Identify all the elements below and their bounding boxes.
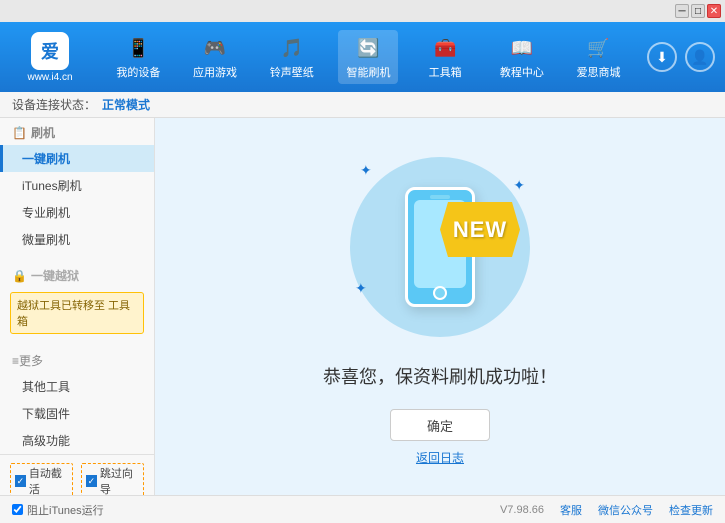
confirm-label: 确定 bbox=[427, 416, 453, 435]
skip-wizard-label: 跳过向导 bbox=[100, 465, 139, 495]
flash-section-label: 刷机 bbox=[31, 124, 55, 141]
minimize-button[interactable]: ─ bbox=[675, 4, 689, 18]
more-section-title: ≡ 更多 bbox=[0, 346, 154, 373]
shop-icon: 🛒 bbox=[585, 34, 613, 62]
nav-tutorial[interactable]: 📖 教程中心 bbox=[492, 30, 552, 84]
micro-flash-label: 微量刷机 bbox=[22, 233, 70, 247]
sidebar-item-one-click-flash[interactable]: 一键刷机 bbox=[0, 145, 154, 172]
nav-ringtone[interactable]: 🎵 铃声壁纸 bbox=[262, 30, 322, 84]
smart-flash-label: 智能刷机 bbox=[346, 64, 390, 80]
more-label: 更多 bbox=[19, 352, 43, 369]
jailbreak-notice-text: 越狱工具已转移至 工具箱 bbox=[17, 300, 130, 328]
maximize-button[interactable]: □ bbox=[691, 4, 705, 18]
close-button[interactable]: ✕ bbox=[707, 4, 721, 18]
wechat-link[interactable]: 微信公众号 bbox=[598, 502, 653, 518]
version-text: V7.98.66 bbox=[500, 504, 544, 516]
logo-icon: 爱 bbox=[31, 32, 69, 70]
title-bar: ─ □ ✕ bbox=[0, 0, 725, 22]
my-device-icon: 📱 bbox=[124, 34, 152, 62]
flash-section-title: 📋 刷机 bbox=[0, 118, 154, 145]
sidebar-item-other-tools[interactable]: 其他工具 bbox=[0, 373, 154, 400]
more-icon: ≡ bbox=[12, 354, 19, 368]
header: 爱 www.i4.cn 📱 我的设备 🎮 应用游戏 🎵 铃声壁纸 🔄 智能刷机 … bbox=[0, 22, 725, 92]
nav-my-device[interactable]: 📱 我的设备 bbox=[108, 30, 168, 84]
smart-flash-icon: 🔄 bbox=[354, 34, 382, 62]
jailbreak-section-title: 🔒 一键越狱 bbox=[0, 261, 154, 288]
other-tools-label: 其他工具 bbox=[22, 380, 70, 394]
itunes-flash-label: iTunes刷机 bbox=[22, 179, 82, 193]
status-value: 正常模式 bbox=[102, 96, 150, 113]
back-link[interactable]: 返回日志 bbox=[416, 449, 464, 466]
nav-items: 📱 我的设备 🎮 应用游戏 🎵 铃声壁纸 🔄 智能刷机 🧰 工具箱 📖 教程中心… bbox=[100, 30, 637, 84]
nav-actions: ⬇ 👤 bbox=[647, 42, 715, 72]
toolbox-icon: 🧰 bbox=[431, 34, 459, 62]
itunes-label: 阻止iTunes运行 bbox=[27, 502, 104, 518]
sparkle-2-icon: ✦ bbox=[513, 177, 525, 194]
ringtone-label: 铃声壁纸 bbox=[270, 64, 314, 80]
logo[interactable]: 爱 www.i4.cn bbox=[10, 32, 90, 83]
lock-icon: 🔒 bbox=[12, 269, 27, 283]
sidebar-item-advanced[interactable]: 高级功能 bbox=[0, 427, 154, 454]
toolbox-label: 工具箱 bbox=[429, 64, 462, 80]
nav-apps[interactable]: 🎮 应用游戏 bbox=[185, 30, 245, 84]
nav-smart-flash[interactable]: 🔄 智能刷机 bbox=[338, 30, 398, 84]
main-area: 📋 刷机 一键刷机 iTunes刷机 专业刷机 微量刷机 🔒 一键越狱 越狱工具… bbox=[0, 118, 725, 495]
itunes-checkbox[interactable] bbox=[12, 504, 23, 515]
new-text: NEW bbox=[453, 217, 507, 243]
sidebar-item-micro-flash[interactable]: 微量刷机 bbox=[0, 226, 154, 253]
pro-flash-label: 专业刷机 bbox=[22, 206, 70, 220]
confirm-button[interactable]: 确定 bbox=[390, 409, 490, 441]
footer-left: 阻止iTunes运行 bbox=[12, 502, 500, 518]
skip-wizard-checkbox[interactable]: 跳过向导 bbox=[81, 463, 144, 495]
jailbreak-notice: 越狱工具已转移至 工具箱 bbox=[10, 292, 144, 334]
success-illustration: ✦ ✦ ✦ NEW bbox=[340, 147, 540, 347]
user-button[interactable]: 👤 bbox=[685, 42, 715, 72]
device-checkboxes: 自动截活 跳过向导 bbox=[10, 463, 144, 495]
sidebar: 📋 刷机 一键刷机 iTunes刷机 专业刷机 微量刷机 🔒 一键越狱 越狱工具… bbox=[0, 118, 155, 495]
check-update-link[interactable]: 检查更新 bbox=[669, 502, 713, 518]
sidebar-item-itunes-flash[interactable]: iTunes刷机 bbox=[0, 172, 154, 199]
footer: 阻止iTunes运行 V7.98.66 客服 微信公众号 检查更新 bbox=[0, 495, 725, 523]
success-message: 恭喜您，保资料刷机成功啦！ bbox=[323, 363, 557, 389]
sidebar-item-pro-flash[interactable]: 专业刷机 bbox=[0, 199, 154, 226]
phone-speaker bbox=[430, 195, 450, 199]
advanced-label: 高级功能 bbox=[22, 434, 70, 448]
one-click-flash-label: 一键刷机 bbox=[22, 152, 70, 166]
skip-wizard-check-icon bbox=[86, 475, 97, 487]
sidebar-bottom: 自动截活 跳过向导 📱 iPhone 12 mini 64GB Down-12m… bbox=[0, 454, 154, 495]
footer-right: V7.98.66 客服 微信公众号 检查更新 bbox=[500, 502, 713, 518]
download-button[interactable]: ⬇ bbox=[647, 42, 677, 72]
flash-section-icon: 📋 bbox=[12, 126, 27, 140]
content-area: ✦ ✦ ✦ NEW 恭喜您，保资料刷机成功啦！ 确定 返回日志 bbox=[155, 118, 725, 495]
new-badge: NEW bbox=[440, 202, 520, 257]
shop-label: 爱思商城 bbox=[577, 64, 621, 80]
tutorial-label: 教程中心 bbox=[500, 64, 544, 80]
logo-url: www.i4.cn bbox=[27, 72, 72, 83]
sidebar-item-download-firmware[interactable]: 下载固件 bbox=[0, 400, 154, 427]
customer-service-link[interactable]: 客服 bbox=[560, 502, 582, 518]
nav-shop[interactable]: 🛒 爱思商城 bbox=[569, 30, 629, 84]
apps-icon: 🎮 bbox=[201, 34, 229, 62]
auto-capture-checkbox[interactable]: 自动截活 bbox=[10, 463, 73, 495]
auto-capture-label: 自动截活 bbox=[29, 465, 68, 495]
jailbreak-label: 一键越狱 bbox=[31, 267, 79, 284]
status-label: 设备连接状态： bbox=[12, 96, 96, 113]
sparkle-3-icon: ✦ bbox=[355, 280, 367, 297]
my-device-label: 我的设备 bbox=[116, 64, 160, 80]
ringtone-icon: 🎵 bbox=[278, 34, 306, 62]
sparkle-1-icon: ✦ bbox=[360, 162, 372, 179]
download-firmware-label: 下载固件 bbox=[22, 407, 70, 421]
nav-toolbox[interactable]: 🧰 工具箱 bbox=[415, 30, 475, 84]
status-bar: 设备连接状态： 正常模式 bbox=[0, 92, 725, 118]
apps-label: 应用游戏 bbox=[193, 64, 237, 80]
phone-home-btn bbox=[433, 286, 447, 300]
tutorial-icon: 📖 bbox=[508, 34, 536, 62]
auto-capture-check-icon bbox=[15, 475, 26, 487]
